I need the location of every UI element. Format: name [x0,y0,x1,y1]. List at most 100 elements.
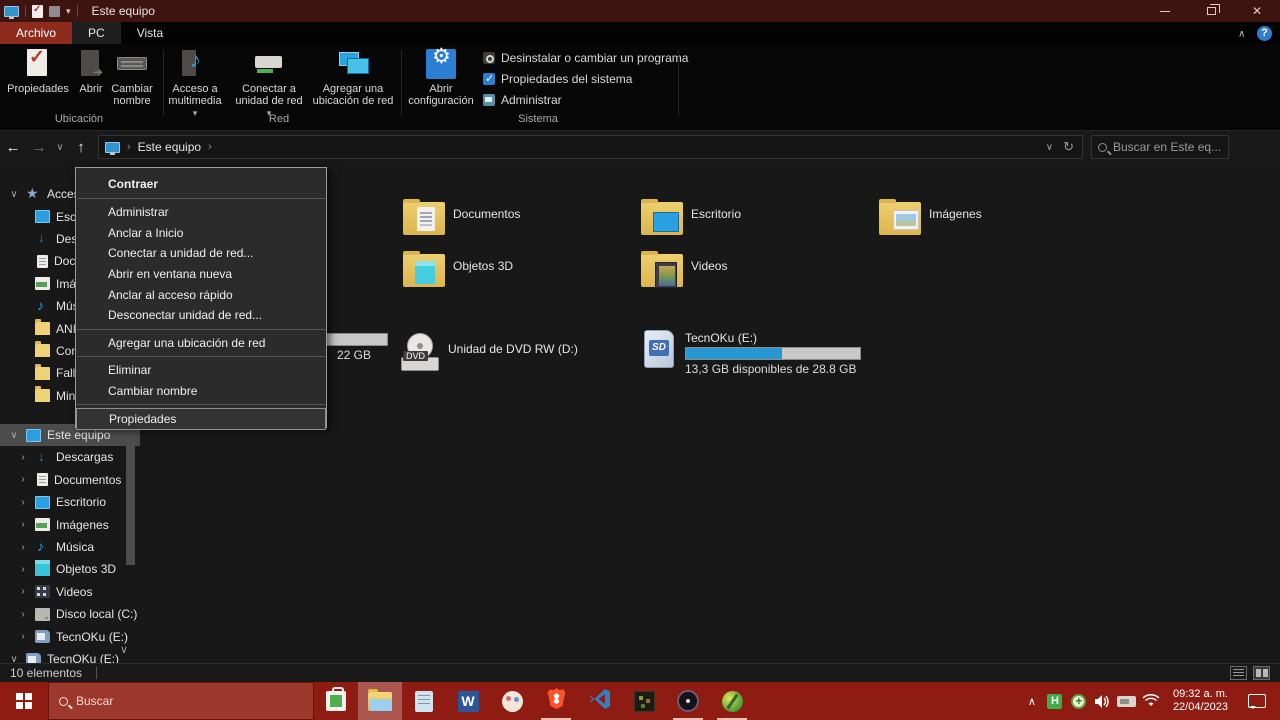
menu-item-desconectar-unidad[interactable]: Desconectar unidad de red... [76,305,326,326]
chevron-right-icon[interactable]: › [17,474,29,485]
menu-item-agregar-ubicacion[interactable]: Agregar una ubicación de red [76,333,326,354]
minimize-button[interactable] [1142,0,1188,22]
sidebar-item-documentos[interactable]: › Documentos [0,469,140,491]
conectar-unidad-button[interactable]: Conectar a unidad de red ▾ [230,48,308,119]
volume-icon[interactable] [1093,694,1113,709]
recent-locations-chevron-icon[interactable]: ∨ [52,142,68,153]
taskbar-vscode-button[interactable] [578,682,622,720]
drive-tile-tecnoku[interactable]: SD TecnOKu (E:) 13,3 GB disponibles de 2… [640,328,861,376]
sidebar-item-videos[interactable]: › Videos [0,581,140,603]
folder-tile-videos[interactable]: Videos [641,251,877,298]
taskbar-music-button[interactable] [666,682,710,720]
taskbar-paint-button[interactable] [490,682,534,720]
folder-tile-objetos-3d[interactable]: Objetos 3D [403,251,639,298]
folder-tile-escritorio[interactable]: Escritorio [641,199,877,246]
sidebar-item-tecnoku-e[interactable]: › TecnOKu (E:) [0,625,140,647]
wifi-icon[interactable] [1141,694,1161,708]
drive-tile-dvd[interactable]: DVD Unidad de DVD RW (D:) [399,333,578,373]
chevron-down-icon[interactable]: ∨ [8,430,20,441]
taskbar-search-input[interactable] [76,694,303,708]
menu-item-abrir-ventana[interactable]: Abrir en ventana nueva [76,264,326,285]
sidebar-item-objetos-3d[interactable]: › Objetos 3D [0,558,140,580]
collapse-ribbon-icon[interactable]: ∨ [1238,28,1245,39]
sidebar-scroll-down-icon[interactable]: ∨ [120,643,128,656]
chevron-right-icon[interactable]: › [17,631,29,642]
new-folder-qat-icon[interactable] [49,5,60,17]
address-bar[interactable]: › Este equipo › ∨ ↻ [98,135,1083,159]
menu-item-cambiar-nombre[interactable]: Cambiar nombre [76,381,326,402]
chevron-right-icon[interactable]: › [17,452,29,463]
administrar-button[interactable]: Administrar [482,93,562,107]
taskbar-clock[interactable]: 09:32 a. m. 22/04/2023 [1165,688,1236,714]
menu-item-anclar-acceso-rapido[interactable]: Anclar al acceso rápido [76,284,326,305]
menu-item-anclar-inicio[interactable]: Anclar a Inicio [76,223,326,244]
3d-objects-folder-icon [403,251,445,288]
acceso-multimedia-button[interactable]: Acceso a multimedia ▾ [166,48,224,119]
search-input[interactable] [1113,140,1222,154]
taskbar-notepad-button[interactable] [402,682,446,720]
menu-item-conectar-unidad[interactable]: Conectar a unidad de red... [76,243,326,264]
address-dropdown-chevron-icon[interactable]: ∨ [1046,142,1053,153]
menu-item-administrar[interactable]: Administrar [76,202,326,223]
propiedades-button[interactable]: Propiedades [7,48,69,95]
close-button[interactable]: ✕ [1234,0,1280,22]
taskbar-brave-button[interactable] [534,682,578,720]
taskbar-word-button[interactable]: W [446,682,490,720]
taskbar-search-box[interactable] [48,682,314,720]
chevron-right-icon[interactable]: › [17,586,29,597]
sidebar-item-imagenes[interactable]: › Imágenes [0,513,140,535]
tab-archivo[interactable]: Archivo [0,22,73,44]
chevron-right-icon[interactable]: › [17,497,29,508]
thumbnails-view-icon[interactable] [1253,666,1270,680]
breadcrumb[interactable]: Este equipo [138,140,201,154]
sidebar-item-descargas[interactable]: › Descargas [0,446,140,468]
refresh-icon[interactable]: ↻ [1063,139,1074,155]
taskbar-game-button[interactable] [622,682,666,720]
sidebar-item-disco-local-c[interactable]: › Disco local (C:) [0,603,140,625]
action-center-icon[interactable] [1248,694,1266,709]
up-button[interactable]: ↑ [68,139,94,156]
pictures-icon [35,277,50,291]
folder-tile-documentos[interactable]: Documentos [403,199,639,246]
search-box[interactable] [1091,135,1229,159]
tray-antivirus-icon[interactable]: + [1069,693,1089,709]
sidebar-scrollbar[interactable] [126,440,135,565]
tray-chevron-up-icon[interactable]: ∧ [1023,695,1041,708]
chevron-right-icon[interactable]: › [17,609,29,620]
abrir-configuracion-button[interactable]: Abrir configuración [408,48,474,107]
chevron-right-icon[interactable]: › [17,519,29,530]
breadcrumb-chevron-icon[interactable]: › [208,141,212,153]
taskbar-store-button[interactable] [314,682,358,720]
file-explorer-icon [368,688,392,711]
chevron-down-icon[interactable]: ∨ [8,189,20,200]
desinstalar-programa-button[interactable]: Desinstalar o cambiar un programa [482,51,688,65]
help-icon[interactable]: ? [1257,25,1272,41]
tab-pc[interactable]: PC [72,22,121,44]
menu-item-contraer[interactable]: Contraer [76,172,326,195]
sidebar-item-musica[interactable]: › Música [0,536,140,558]
tab-vista[interactable]: Vista [121,22,179,44]
menu-item-propiedades[interactable]: Propiedades [76,408,326,431]
chevron-right-icon[interactable]: › [17,542,29,553]
start-button[interactable] [0,682,48,720]
agregar-ubicacion-button[interactable]: Agregar una ubicación de red [310,48,396,107]
drive-detail: 22 GB [337,348,372,362]
propiedades-sistema-button[interactable]: Propiedades del sistema [482,72,632,86]
desktop-icon [35,495,50,509]
properties-qat-icon[interactable] [32,4,43,18]
qat-customize-chevron-icon[interactable]: ▾ [66,6,71,17]
details-view-icon[interactable] [1230,666,1247,680]
cambiar-nombre-button[interactable]: Cambiar nombre [106,48,158,107]
taskbar-sphere-button[interactable] [710,682,754,720]
tray-h-app-icon[interactable]: H [1045,693,1065,709]
device-icon[interactable] [1117,695,1137,707]
taskbar-explorer-button[interactable] [358,682,402,720]
sidebar-item-escritorio[interactable]: › Escritorio [0,491,140,513]
folder-tile-imagenes[interactable]: Imágenes [879,199,1115,246]
back-button[interactable]: ← [0,139,26,156]
forward-button[interactable]: → [26,139,52,156]
restore-button[interactable] [1188,0,1234,22]
menu-item-eliminar[interactable]: Eliminar [76,360,326,381]
chevron-right-icon[interactable]: › [17,564,29,575]
abrir-button[interactable]: Abrir [72,48,110,95]
